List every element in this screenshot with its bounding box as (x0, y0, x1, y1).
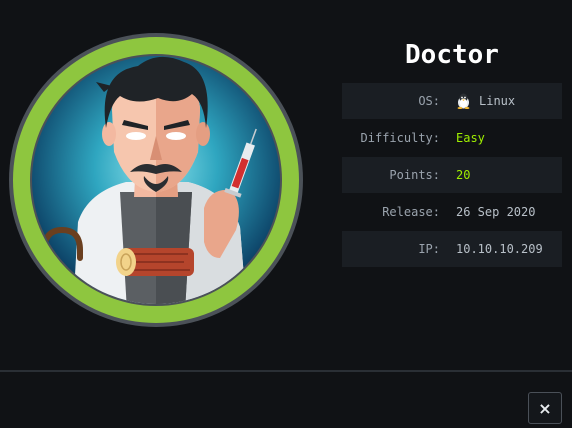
machine-avatar (8, 32, 304, 328)
close-icon: × (538, 398, 552, 418)
machine-info-table: OS: Linux Difficulty: Easy Points: 20 Re… (342, 83, 562, 268)
os-value-text: Linux (479, 94, 516, 108)
info-row-os: OS: Linux (342, 83, 562, 119)
os-value: Linux (456, 93, 515, 109)
info-row-difficulty: Difficulty: Easy (342, 120, 562, 156)
points-value: 20 (456, 168, 471, 182)
info-row-ip: IP: 10.10.10.209 (342, 231, 562, 267)
release-value: 26 Sep 2020 (456, 205, 536, 219)
ip-label: IP: (418, 242, 440, 256)
difficulty-value: Easy (456, 131, 485, 145)
ip-value: 10.10.10.209 (456, 242, 543, 256)
difficulty-label: Difficulty: (360, 131, 440, 145)
info-row-release: Release: 26 Sep 2020 (342, 194, 562, 230)
linux-penguin-icon (457, 93, 470, 109)
footer-divider (0, 370, 572, 372)
machine-name: Doctor (405, 40, 499, 70)
close-button[interactable]: × (528, 392, 562, 424)
os-label: OS: (418, 94, 440, 108)
points-label: Points: (389, 168, 440, 182)
doctor-avatar-icon (9, 33, 303, 327)
release-label: Release: (382, 205, 440, 219)
info-row-points: Points: 20 (342, 157, 562, 193)
